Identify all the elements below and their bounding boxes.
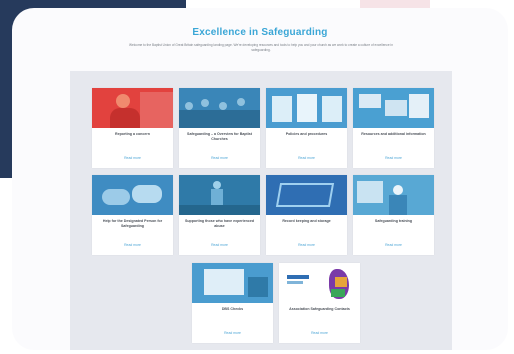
read-more-link[interactable]: Read more <box>266 156 347 160</box>
tile-dbs-checks[interactable]: DBS Checks Read more <box>192 263 273 343</box>
read-more-link[interactable]: Read more <box>353 156 434 160</box>
tile-title: Safeguarding – a Overview for Baptist Ch… <box>187 132 252 141</box>
tile-title: Supporting those who have experienced ab… <box>184 219 255 228</box>
page-intro: Welcome to the Baptist Union of Great Br… <box>129 43 393 52</box>
tile-resources[interactable]: Resources and additional information Rea… <box>353 88 434 168</box>
tile-training[interactable]: Safeguarding training Read more <box>353 175 434 255</box>
read-more-link[interactable]: Read more <box>192 331 273 335</box>
page-title: Excellence in Safeguarding <box>192 27 328 38</box>
tile-designated-person[interactable]: Help for the Designated Person for Safeg… <box>92 175 173 255</box>
tile-title: Association Safeguarding Contacts <box>289 307 350 311</box>
tile-title: Safeguarding training <box>374 219 413 223</box>
tile-association-contacts[interactable]: Association Safeguarding Contacts Read m… <box>279 263 360 343</box>
read-more-link[interactable]: Read more <box>279 331 360 335</box>
tile-record-keeping[interactable]: Record keeping and storage Read more <box>266 175 347 255</box>
read-more-link[interactable]: Read more <box>353 243 434 247</box>
tile-reporting-concern[interactable]: Reporting a concern Read more <box>92 88 173 168</box>
tile-title: Help for the Designated Person for Safeg… <box>102 219 163 228</box>
read-more-link[interactable]: Read more <box>92 156 173 160</box>
tile-supporting-abuse[interactable]: Supporting those who have experienced ab… <box>179 175 260 255</box>
read-more-link[interactable]: Read more <box>179 243 260 247</box>
leaflets-photo <box>353 88 434 128</box>
screen-photo <box>266 175 347 215</box>
tile-title: Reporting a concern <box>115 132 150 136</box>
read-more-link[interactable]: Read more <box>266 243 347 247</box>
tile-title: Resources and additional information <box>361 132 426 136</box>
computer-photo <box>192 263 273 303</box>
page-frame: Excellence in Safeguarding Welcome to th… <box>12 8 508 350</box>
map-photo <box>279 263 360 303</box>
documents-photo <box>266 88 347 128</box>
figure-photo <box>179 175 260 215</box>
tile-title: Record keeping and storage <box>282 219 331 223</box>
crowd-photo <box>179 88 260 128</box>
tile-policies-procedures[interactable]: Policies and procedures Read more <box>266 88 347 168</box>
tile-title: Policies and procedures <box>285 132 328 136</box>
read-more-link[interactable]: Read more <box>179 156 260 160</box>
hands-photo <box>92 175 173 215</box>
tile-title: DBS Checks <box>221 307 244 311</box>
read-more-link[interactable]: Read more <box>92 243 173 247</box>
tile-safeguarding-overview[interactable]: Safeguarding – a Overview for Baptist Ch… <box>179 88 260 168</box>
person-photo <box>92 88 173 128</box>
tiles-panel: Reporting a concern Read more Safeguardi… <box>70 71 452 350</box>
training-photo <box>353 175 434 215</box>
